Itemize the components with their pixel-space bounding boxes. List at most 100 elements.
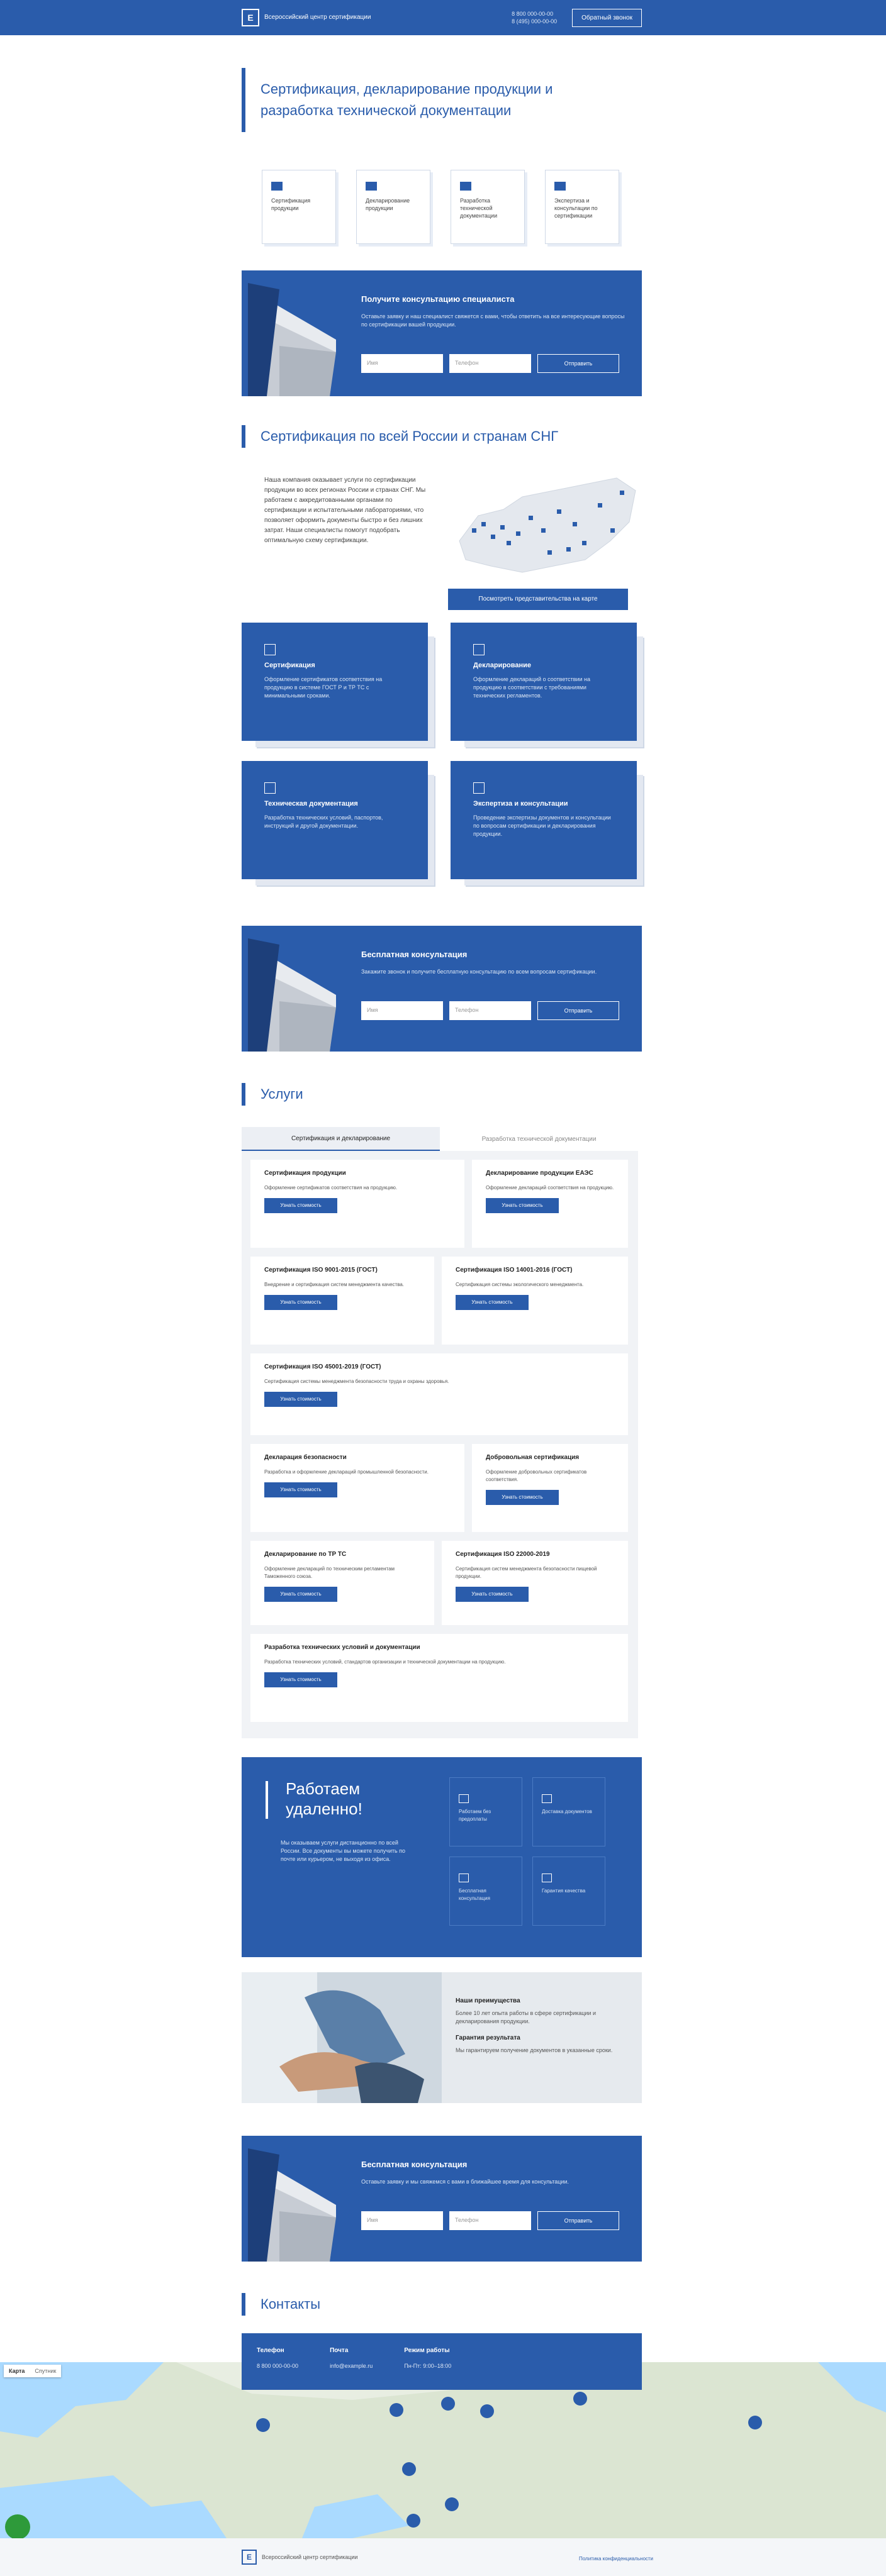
folder-illustration [248,938,336,1052]
advantage-card: Работаем без предоплаты [449,1777,522,1846]
accent-bar [242,68,245,132]
tab-documentation[interactable]: Разработка технической документации [440,1127,638,1151]
card-title: Декларирование [473,662,532,669]
service-item: Сертификация ISO 9001-2015 (ГОСТ) Внедрен… [250,1257,434,1345]
location-pin-icon[interactable] [547,550,552,555]
location-pin-icon[interactable] [407,2514,420,2528]
contact-label: Режим работы [404,2347,450,2354]
location-pin-icon[interactable] [529,516,533,520]
service-card[interactable]: Экспертиза и консультации Проведение эксп… [451,761,637,879]
submit-button[interactable]: Отправить [537,354,619,373]
phone-line-1[interactable]: 8 800 000-00-00 [512,10,557,18]
service-item: Добровольная сертификация Оформление добр… [472,1444,628,1532]
header-phones[interactable]: 8 800 000-00-00 8 (495) 000-00-00 [512,10,557,25]
phone-link[interactable]: 8 800 000-00-00 [257,2363,298,2369]
service-card[interactable]: Техническая документация Разработка техни… [242,761,428,879]
name-input[interactable]: Имя [361,1001,443,1020]
location-pin-icon[interactable] [573,522,577,526]
name-input[interactable]: Имя [361,2211,443,2230]
service-title: Декларирование продукции ЕАЭС [486,1170,593,1177]
phone-line-2[interactable]: 8 (495) 000-00-00 [512,18,557,25]
location-pin-icon[interactable] [507,541,511,545]
location-pin-icon[interactable] [620,491,624,495]
phone-input[interactable]: Телефон [449,1001,531,1020]
location-pin-icon[interactable] [748,2416,762,2429]
partner-title: Гарантия результата [456,2035,520,2041]
price-button[interactable]: Узнать стоимость [264,1587,337,1602]
privacy-link[interactable]: Политика конфиденциальности [579,2556,653,2562]
section-heading: Работаем удаленно! [286,1779,362,1818]
email-link[interactable]: info@example.ru [330,2363,373,2369]
folder-illustration [248,283,336,396]
location-pin-icon[interactable] [541,528,546,533]
show-map-button[interactable]: Посмотреть представительства на карте [448,589,628,610]
feature-text: Экспертиза и консультации по сертификаци… [554,197,598,219]
price-button[interactable]: Узнать стоимость [264,1482,337,1497]
doc-icon [366,182,377,191]
price-button[interactable]: Узнать стоимость [486,1490,559,1505]
advantage-text: Работаем без предоплаты [459,1809,491,1822]
location-pin-icon[interactable] [480,2404,494,2418]
location-pin-icon[interactable] [598,503,602,508]
callback-button[interactable]: Обратный звонок [572,8,642,27]
service-text: Сертификация системы менеджмента безопас… [264,1379,449,1384]
price-button[interactable]: Узнать стоимость [264,1392,337,1407]
service-text: Разработка технических условий, стандарт… [264,1659,506,1665]
price-button[interactable]: Узнать стоимость [456,1587,529,1602]
price-button[interactable]: Узнать стоимость [486,1198,559,1213]
location-pin-icon[interactable] [441,2397,455,2411]
chat-widget-button[interactable] [5,2514,30,2540]
service-item: Сертификация продукции Оформление сертифи… [250,1160,464,1248]
name-input[interactable]: Имя [361,354,443,373]
price-button[interactable]: Узнать стоимость [456,1295,529,1310]
service-title: Сертификация ISO 45001-2019 (ГОСТ) [264,1363,381,1370]
service-title: Добровольная сертификация [486,1454,580,1461]
submit-button[interactable]: Отправить [537,2211,619,2230]
service-card[interactable]: Сертификация Оформление сертификатов соот… [242,623,428,741]
price-button[interactable]: Узнать стоимость [264,1198,337,1213]
location-pin-icon[interactable] [472,528,476,533]
doc-icon [473,644,485,655]
service-title: Сертификация продукции [264,1170,346,1177]
partner-text: Более 10 лет опыта работы в сфере сертиф… [456,2010,596,2024]
card-text: Оформление сертификатов соответствия на … [264,676,383,699]
location-pin-icon[interactable] [481,522,486,526]
submit-button[interactable]: Отправить [537,1001,619,1020]
location-pin-icon[interactable] [445,2497,459,2511]
service-text: Оформление деклараций соответствия на пр… [486,1185,614,1191]
location-pin-icon[interactable] [557,509,561,514]
service-card[interactable]: Декларирование Оформление деклараций о со… [451,623,637,741]
location-pin-icon[interactable] [582,541,586,545]
banner-text: Оставьте заявку и мы свяжемся с вами в б… [361,2179,569,2185]
location-pin-icon[interactable] [500,525,505,530]
partner-section: Наши преимущества Более 10 лет опыта раб… [242,1972,642,2103]
tab-certification[interactable]: Сертификация и декларирование [242,1127,440,1151]
service-text: Оформление деклараций по техническим рег… [264,1566,395,1579]
map-type-satellite[interactable]: Спутник [30,2365,61,2377]
map-type-map[interactable]: Карта [4,2365,30,2377]
feature-text: Декларирование продукции [366,197,410,211]
location-pin-icon[interactable] [516,531,520,536]
service-text: Разработка и оформление деклараций промы… [264,1469,429,1475]
phone-input[interactable]: Телефон [449,354,531,373]
card-title: Сертификация [264,662,315,669]
feature-card: Экспертиза и консультации по сертификаци… [545,170,619,244]
location-pin-icon[interactable] [491,535,495,539]
location-pin-icon[interactable] [566,547,571,552]
location-pin-icon[interactable] [256,2418,270,2432]
location-pin-icon[interactable] [573,2392,587,2406]
logo-icon[interactable]: Е [242,9,259,26]
logo-icon[interactable]: Е [242,2550,257,2565]
check-icon [554,182,566,191]
services-grid: Сертификация продукции Оформление сертифи… [242,1151,638,1738]
section-title-services: Услуги [242,1083,642,1106]
location-pin-icon[interactable] [610,528,615,533]
russia-map[interactable] [447,465,641,589]
contact-label: Почта [330,2347,349,2354]
price-button[interactable]: Узнать стоимость [264,1672,337,1687]
location-pin-icon[interactable] [390,2403,403,2417]
location-pin-icon[interactable] [402,2462,416,2476]
price-button[interactable]: Узнать стоимость [264,1295,337,1310]
phone-input[interactable]: Телефон [449,2211,531,2230]
section-title-certification: Сертификация по всей России и странам СН… [242,425,642,448]
